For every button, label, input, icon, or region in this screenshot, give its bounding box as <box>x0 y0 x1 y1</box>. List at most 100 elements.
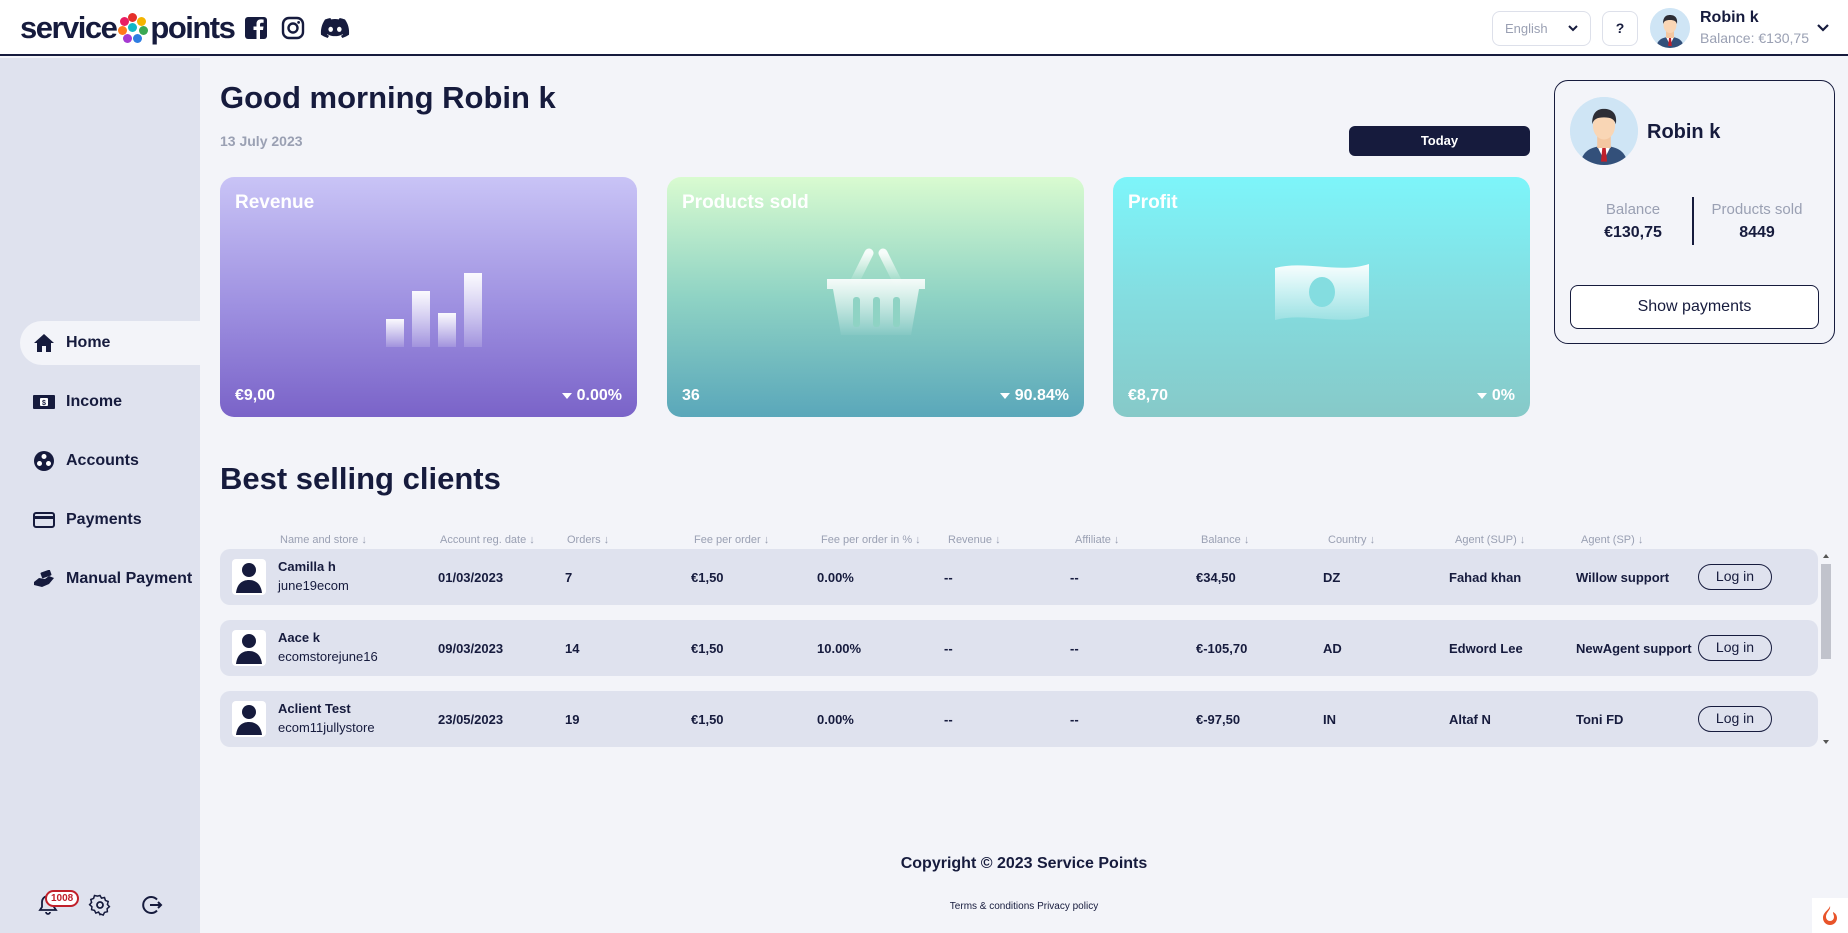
table-row: Aace k ecomstorejune16 09/03/2023 14 €1,… <box>220 620 1818 676</box>
reg-date: 23/05/2023 <box>438 712 504 727</box>
country: IN <box>1323 712 1336 727</box>
notification-count-badge: 1008 <box>45 890 80 907</box>
basket-icon <box>821 239 931 354</box>
balance: €-97,50 <box>1196 712 1241 727</box>
logo-text-right: points <box>150 10 236 45</box>
client-store: june19ecom <box>278 578 349 593</box>
column-header[interactable]: Name and store ↓ <box>280 534 367 546</box>
card-value: 36 <box>682 387 700 404</box>
country: DZ <box>1323 570 1341 585</box>
column-header[interactable]: Balance ↓ <box>1201 534 1249 546</box>
logo-dots-icon <box>118 13 149 43</box>
table-scrollbar[interactable] <box>1820 552 1832 746</box>
bar-chart-icon <box>374 257 484 352</box>
login-button[interactable]: Log in <box>1698 564 1772 590</box>
sidebar-item-accounts[interactable]: Accounts <box>20 439 200 483</box>
profile-name: Robin k <box>1647 121 1721 143</box>
reg-date: 09/03/2023 <box>438 641 504 656</box>
client-store: ecomstorejune16 <box>278 649 378 664</box>
section-title: Best selling clients <box>220 461 501 496</box>
sidebar-item-income[interactable]: $ Income <box>20 380 200 424</box>
help-button[interactable]: ? <box>1602 11 1638 46</box>
client-store: ecom11jullystore <box>278 720 375 735</box>
hand-money-icon <box>32 567 56 591</box>
sidebar-item-payments[interactable]: Payments <box>20 498 200 542</box>
logout-icon[interactable] <box>139 892 165 918</box>
profit-card: Profit €8,70 0% <box>1113 177 1530 417</box>
fee-per-order: €1,50 <box>691 570 724 585</box>
sidebar-item-home[interactable]: Home <box>20 321 200 365</box>
profile-divider <box>1692 197 1694 245</box>
column-header[interactable]: Fee per order in % ↓ <box>821 534 921 546</box>
gear-icon[interactable] <box>87 892 113 918</box>
column-header[interactable]: Affiliate ↓ <box>1075 534 1119 546</box>
user-menu-chevron-icon[interactable] <box>1815 20 1831 41</box>
period-today-button[interactable]: Today <box>1349 126 1530 156</box>
orders: 7 <box>565 570 573 585</box>
instagram-icon[interactable] <box>280 15 306 41</box>
agent-sup: Altaf N <box>1449 712 1491 727</box>
card-change-value: 0% <box>1491 387 1515 404</box>
column-header[interactable]: Fee per order ↓ <box>694 534 769 546</box>
sidebar-item-manual-payment[interactable]: Manual Payment <box>20 557 200 601</box>
language-select[interactable]: English <box>1492 11 1591 46</box>
fee-percent: 0.00% <box>817 570 854 585</box>
column-header[interactable]: Orders ↓ <box>567 534 609 546</box>
scroll-down-icon[interactable] <box>1822 738 1830 746</box>
svg-text:$: $ <box>42 400 46 407</box>
card-title: Products sold <box>682 192 809 213</box>
column-header[interactable]: Agent (SP) ↓ <box>1581 534 1643 546</box>
fee-per-order: €1,50 <box>691 641 724 656</box>
scroll-up-icon[interactable] <box>1822 552 1830 560</box>
terms-link[interactable]: Terms & conditions <box>950 901 1034 912</box>
affiliate: -- <box>1070 641 1079 656</box>
card-title: Revenue <box>235 192 315 213</box>
reg-date: 01/03/2023 <box>438 570 504 585</box>
login-button[interactable]: Log in <box>1698 635 1772 661</box>
profile-balance-value: €130,75 <box>1604 224 1662 241</box>
copyright-text: Copyright © 2023 Service Points <box>900 855 1148 872</box>
column-header[interactable]: Agent (SUP) ↓ <box>1455 534 1525 546</box>
agent-sp: Willow support <box>1576 570 1670 585</box>
revenue: -- <box>944 570 953 585</box>
sidebar-item-label: Home <box>66 334 111 351</box>
service-points-logo[interactable]: service points <box>20 10 236 46</box>
profile-sold-label: Products sold <box>1711 201 1803 218</box>
profile-sold-value: 8449 <box>1739 224 1775 241</box>
privacy-link[interactable]: Privacy policy <box>1037 901 1098 912</box>
flame-icon[interactable] <box>1812 898 1848 933</box>
card-change-value: 0.00% <box>576 387 622 404</box>
card-change: 0.00% <box>561 387 622 405</box>
triangle-down-icon <box>1476 392 1487 399</box>
profile-avatar <box>1570 97 1638 165</box>
sidebar: Home $ Income Accounts Payments Manual P… <box>0 58 200 933</box>
products-sold-card: Products sold 36 90.84% <box>667 177 1084 417</box>
card-title: Profit <box>1128 192 1178 213</box>
column-header[interactable]: Country ↓ <box>1328 534 1375 546</box>
money-bill-icon <box>1267 252 1377 337</box>
orders: 19 <box>565 712 580 727</box>
fee-percent: 10.00% <box>817 641 862 656</box>
show-payments-button[interactable]: Show payments <box>1570 285 1819 329</box>
user-avatar[interactable] <box>1650 8 1690 48</box>
client-name: Aace k <box>278 630 320 645</box>
client-avatar-icon <box>232 630 266 666</box>
column-header[interactable]: Account reg. date ↓ <box>440 534 535 546</box>
profile-panel: Robin k Balance €130,75 Products sold 84… <box>1554 80 1835 344</box>
page-title: Good morning Robin k <box>220 80 556 115</box>
user-name: Robin k <box>1700 9 1759 26</box>
home-icon <box>32 331 56 355</box>
client-name: Camilla h <box>278 559 336 574</box>
scrollbar-thumb[interactable] <box>1821 564 1831 659</box>
discord-icon[interactable] <box>320 15 350 41</box>
top-bar: service points English ? Robin k Balance… <box>0 0 1848 56</box>
facebook-icon[interactable] <box>243 15 269 41</box>
affiliate: -- <box>1070 712 1079 727</box>
profile-balance-label: Balance <box>1605 201 1661 218</box>
logo-text-left: service <box>20 10 118 45</box>
card-change-value: 90.84% <box>1014 387 1069 404</box>
column-header[interactable]: Revenue ↓ <box>948 534 1001 546</box>
sidebar-item-label: Manual Payment <box>66 570 193 587</box>
table-row: Aclient Test ecom11jullystore 23/05/2023… <box>220 691 1818 747</box>
login-button[interactable]: Log in <box>1698 706 1772 732</box>
